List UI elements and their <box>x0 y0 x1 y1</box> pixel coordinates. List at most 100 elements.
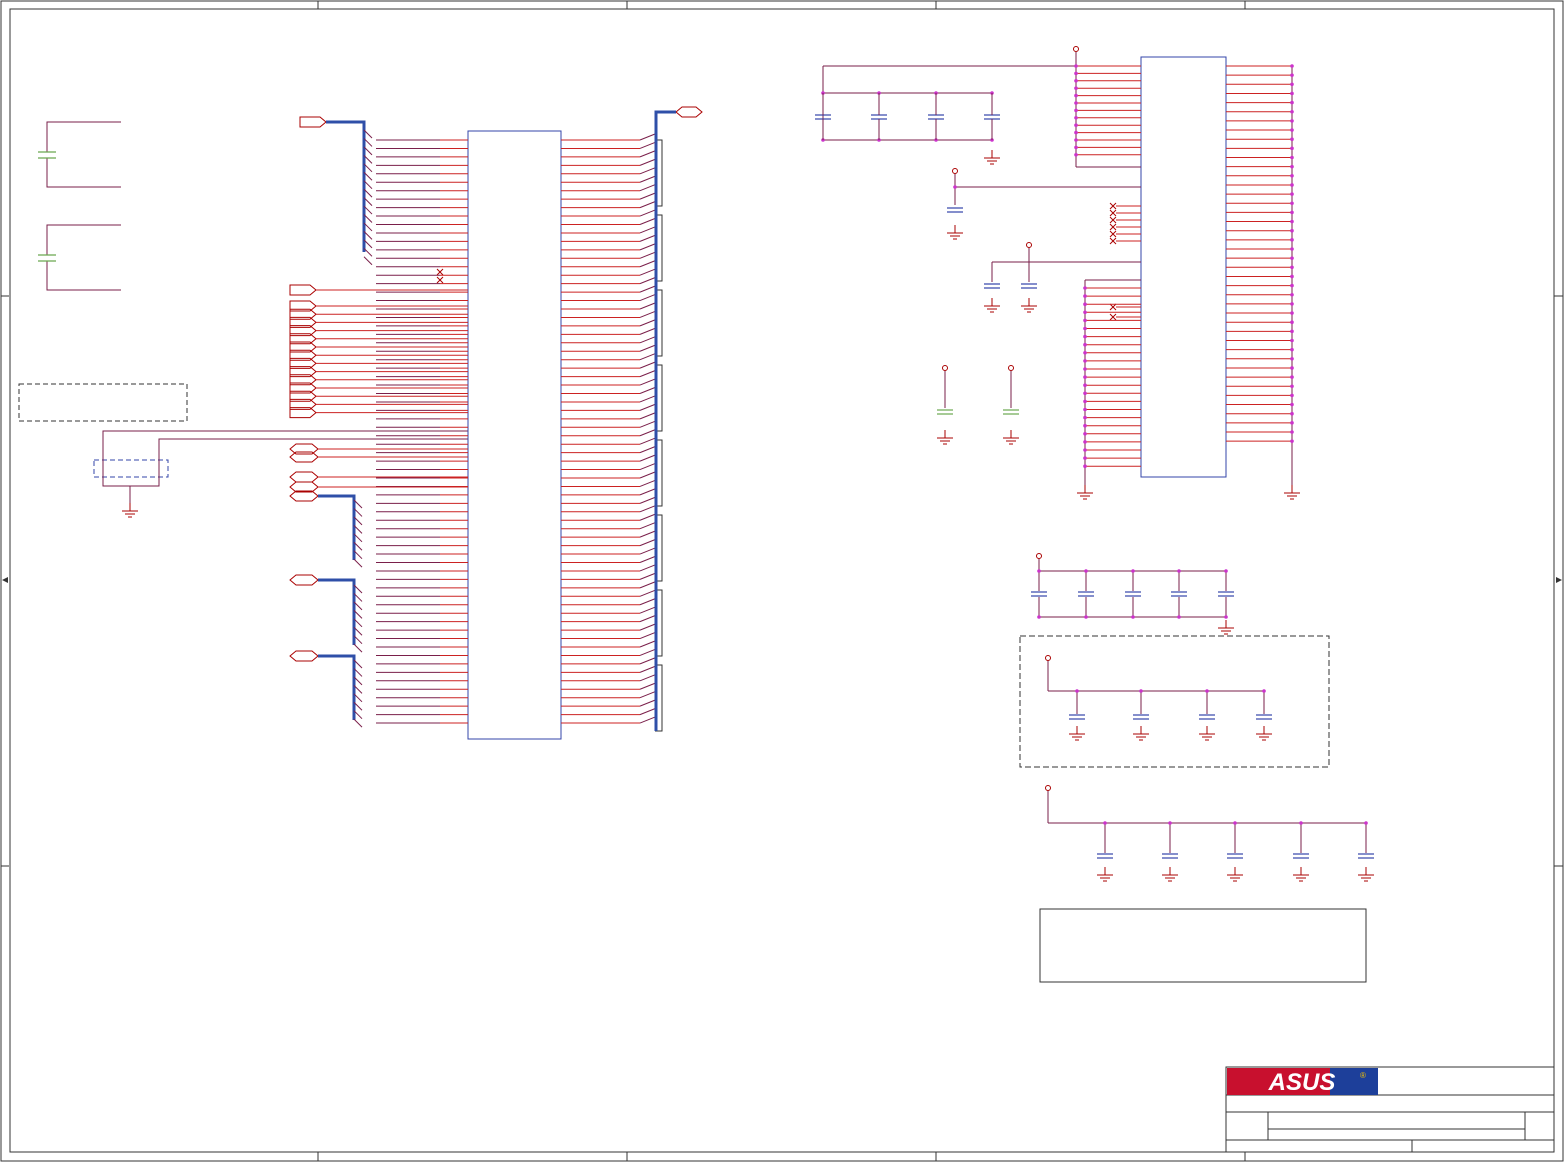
schematic-line <box>639 378 656 386</box>
junction-dot <box>1290 247 1294 251</box>
schematic-line <box>353 558 363 568</box>
capacitor-icon <box>937 409 953 415</box>
schematic-line <box>639 344 656 352</box>
schematic-line <box>639 665 656 673</box>
junction-dot <box>1290 292 1294 297</box>
off-sheet-connector-icon <box>299 116 327 128</box>
schematic-line <box>639 691 656 699</box>
junction-dot <box>953 185 957 189</box>
schematic-line <box>639 209 656 217</box>
power-port-icon <box>1036 553 1042 559</box>
no-connect-icon <box>1109 313 1117 321</box>
junction-dot <box>1083 367 1087 371</box>
junction-dot <box>1290 311 1294 315</box>
schematic-line <box>639 699 656 707</box>
junction-dot <box>1290 384 1294 389</box>
junction-dot <box>1290 82 1294 87</box>
junction-dot <box>1083 448 1087 452</box>
junction-dot <box>1083 399 1087 404</box>
capacitor-icon <box>1069 714 1085 720</box>
junction-dot <box>1290 73 1294 77</box>
junction-dot <box>1074 93 1078 98</box>
ground-icon <box>1227 867 1243 882</box>
capacitor-icon <box>1133 714 1149 720</box>
junction-dot <box>1290 219 1294 224</box>
bus-line-icon <box>318 494 356 560</box>
junction-dot <box>1233 821 1237 825</box>
ground-icon <box>1021 298 1037 313</box>
schematic-line <box>639 522 656 530</box>
schematic-line <box>639 547 656 555</box>
junction-dot <box>1083 407 1087 412</box>
zone-ticks <box>1 1 1563 1161</box>
junction-dot <box>1290 210 1294 215</box>
schematic-line <box>353 718 363 728</box>
schematic-line <box>639 260 656 268</box>
schematic-line <box>639 150 656 158</box>
junction-dot <box>1131 569 1135 573</box>
ground-icon <box>1256 726 1272 741</box>
ground-icon <box>984 150 1000 165</box>
power-port-icon <box>1045 655 1051 661</box>
power-port-icon <box>1008 365 1014 371</box>
schematic-line <box>639 530 656 538</box>
ground-icon <box>1077 485 1093 500</box>
capacitor-icon <box>871 114 887 120</box>
junction-dot <box>1290 128 1294 132</box>
note-box-left <box>18 383 188 422</box>
junction-dot <box>1083 318 1087 323</box>
junction-dot <box>1290 174 1294 178</box>
junction-dot <box>1037 569 1041 573</box>
schematic-line <box>639 234 656 242</box>
junction-dot <box>1083 302 1087 307</box>
ground-icon <box>1069 726 1085 741</box>
schematic-line <box>639 226 656 234</box>
junction-dot <box>1290 119 1294 123</box>
schematic-line <box>639 395 656 403</box>
ic-body <box>1140 56 1227 478</box>
off-sheet-connector-icon <box>289 284 317 296</box>
ground-icon <box>1284 485 1300 500</box>
ground-icon <box>1003 430 1019 445</box>
junction-dot <box>1083 383 1087 388</box>
junction-dot <box>1290 155 1294 160</box>
schematic-line <box>639 479 656 487</box>
schematic-line <box>639 268 656 276</box>
junction-dot <box>1103 821 1107 825</box>
sheet-frame <box>0 0 1564 1162</box>
schematic-line <box>639 708 656 716</box>
junction-dot <box>1074 64 1078 68</box>
schematic-line <box>639 412 656 420</box>
schematic-line <box>639 167 656 175</box>
ground-icon <box>1162 867 1178 882</box>
off-sheet-connector-icon <box>289 574 319 586</box>
no-connect-icon <box>1109 209 1117 217</box>
schematic-line <box>639 446 656 454</box>
schematic-sheet: ASUS ® <box>0 0 1564 1162</box>
logo-mark: ® <box>1360 1071 1366 1080</box>
schematic-line <box>639 513 656 521</box>
schematic-line <box>639 141 656 149</box>
ground-icon <box>947 225 963 240</box>
junction-dot <box>1290 329 1294 334</box>
left-cap-group <box>46 121 121 291</box>
schematic-line <box>639 505 656 513</box>
schematic-line <box>639 454 656 462</box>
junction-dot <box>1084 615 1088 619</box>
schematic-line <box>639 581 656 589</box>
junction-dot <box>1083 415 1087 420</box>
bus-line-icon <box>318 578 356 645</box>
junction-dot <box>1290 201 1294 206</box>
schematic-line <box>639 632 656 640</box>
power-port-icon <box>1073 46 1079 52</box>
schematic-line <box>639 657 656 665</box>
schematic-line <box>639 564 656 572</box>
schematic-line <box>639 353 656 361</box>
schematic-line <box>639 539 656 547</box>
capacitor-icon <box>1256 714 1272 720</box>
junction-dot <box>1224 615 1228 619</box>
no-connect-icon <box>1109 202 1117 210</box>
junction-dot <box>1083 286 1087 290</box>
junction-dot <box>1177 569 1181 573</box>
capacitor-icon <box>947 207 963 213</box>
